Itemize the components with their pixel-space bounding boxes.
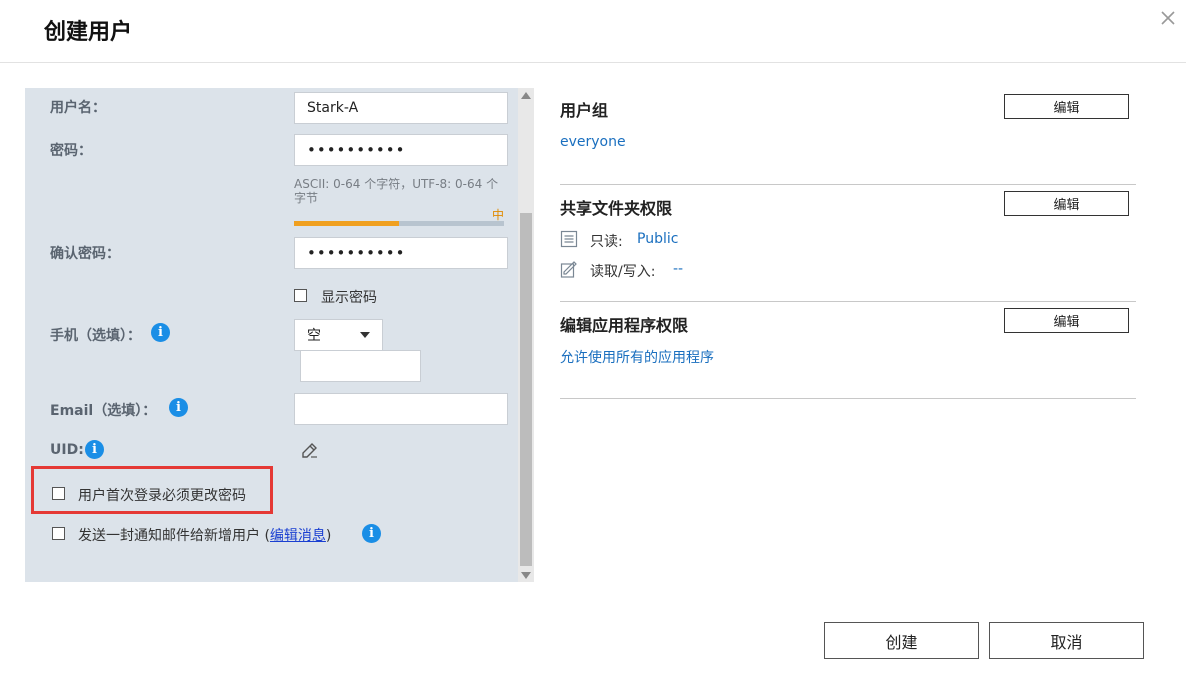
email-input[interactable] [294, 393, 508, 425]
force-change-password-checkbox[interactable] [52, 487, 65, 500]
phone-number-input[interactable] [300, 350, 421, 382]
app-permission-value[interactable]: 允许使用所有的应用程序 [560, 347, 714, 367]
edit-user-group-button[interactable]: 编辑 [1004, 94, 1129, 119]
readwrite-label: 读取/写入: [590, 264, 656, 280]
edit-shared-folder-button[interactable]: 编辑 [1004, 191, 1129, 216]
confirm-password-input[interactable]: •••••••••• [294, 237, 508, 269]
username-input[interactable]: Stark-A [294, 92, 508, 124]
section-divider [560, 398, 1136, 399]
readwrite-value[interactable]: -- [673, 261, 683, 277]
readonly-value[interactable]: Public [637, 231, 678, 247]
password-input[interactable]: •••••••••• [294, 134, 508, 166]
create-button[interactable]: 创建 [824, 622, 979, 659]
cancel-button[interactable]: 取消 [989, 622, 1144, 659]
notify-email-suffix: ) [325, 528, 332, 544]
username-label: 用户名： [50, 100, 106, 116]
edit-uid-icon[interactable] [300, 441, 319, 460]
dialog-title: 创建用户 [44, 20, 133, 45]
uid-info-icon[interactable]: i [85, 440, 104, 459]
app-permission-title: 编辑应用程序权限 [560, 316, 689, 335]
header-divider [0, 62, 1186, 63]
edit-app-permission-button[interactable]: 编辑 [1004, 308, 1129, 333]
phone-info-icon[interactable]: i [151, 323, 170, 342]
password-strength-bar [294, 221, 504, 226]
readonly-label: 只读: [590, 234, 623, 250]
chevron-down-icon [360, 332, 370, 338]
phone-country-value: 空 [307, 328, 321, 344]
password-hint: ASCII: 0-64 个字符，UTF-8: 0-64 个字节 [294, 177, 499, 205]
force-change-password-label: 用户首次登录必须更改密码 [78, 488, 246, 504]
show-password-label: 显示密码 [321, 290, 377, 306]
email-info-icon[interactable]: i [169, 398, 188, 417]
scrollbar-thumb[interactable] [520, 213, 532, 566]
phone-country-select[interactable]: 空 [294, 319, 383, 351]
show-password-checkbox[interactable] [294, 289, 307, 302]
close-icon[interactable] [1158, 8, 1178, 28]
user-group-title: 用户组 [560, 101, 609, 120]
scroll-up-icon[interactable] [521, 92, 531, 99]
user-group-value[interactable]: everyone [560, 134, 626, 150]
uid-label: UID: [50, 442, 84, 458]
notify-email-label: 发送一封通知邮件给新增用户 (编辑消息) [78, 525, 331, 545]
section-divider [560, 301, 1136, 302]
email-label: Email（选填）： [50, 403, 157, 419]
confirm-password-label: 确认密码： [50, 246, 120, 262]
password-strength-fill [294, 221, 399, 226]
edit-message-link[interactable]: 编辑消息 [270, 528, 326, 544]
edit-document-icon [560, 261, 577, 278]
section-divider [560, 184, 1136, 185]
notify-email-checkbox[interactable] [52, 527, 65, 540]
password-label: 密码： [50, 143, 92, 159]
shared-folder-title: 共享文件夹权限 [560, 199, 673, 218]
notify-info-icon[interactable]: i [362, 524, 381, 543]
phone-label: 手机（选填）： [50, 328, 141, 344]
notify-email-text: 发送一封通知邮件给新增用户 ( [78, 528, 270, 544]
scroll-down-icon[interactable] [521, 572, 531, 579]
document-icon [560, 230, 578, 248]
